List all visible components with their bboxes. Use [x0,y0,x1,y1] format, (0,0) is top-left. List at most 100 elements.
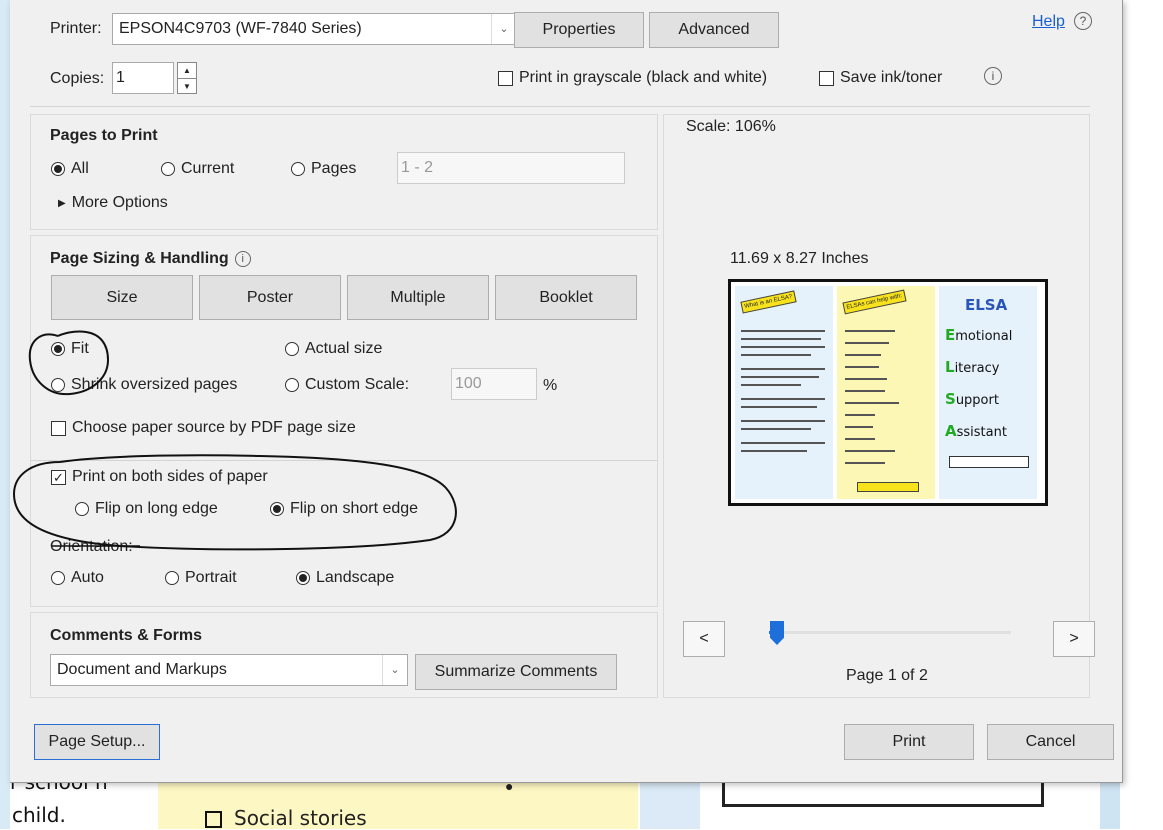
print-button[interactable]: Print [844,724,974,760]
help-question-icon[interactable]: ? [1074,12,1092,30]
pages-current-radio[interactable] [161,162,175,176]
preview-banner: What is an ELSA? [740,290,797,314]
both-sides-option[interactable]: ✓ Print on both sides of paper [51,468,268,486]
actual-size-radio[interactable] [285,342,299,356]
fit-radio[interactable] [51,342,65,356]
page-slider-track[interactable] [775,631,1011,634]
paper-size-readout: 11.69 x 8.27 Inches [730,250,869,267]
page-preview-thumbnail: What is an ELSA? ELSAs can help with: EL… [728,279,1048,506]
paper-source-checkbox[interactable] [51,420,66,436]
paper-source-option[interactable]: Choose paper source by PDF page size [51,419,356,437]
more-options-label: More Options [71,194,168,211]
tab-multiple[interactable]: Multiple [347,275,489,320]
preview-word: Literacy [945,358,1000,376]
save-ink-label: Save ink/toner [840,69,943,86]
properties-button[interactable]: Properties [514,12,644,48]
help-link[interactable]: Help [1032,13,1065,31]
pages-all-label: All [71,160,89,177]
info-icon[interactable]: i [984,67,1002,85]
more-options-toggle[interactable]: ▶ More Options [58,194,168,212]
copies-input[interactable]: 1 [112,62,174,94]
pages-all-option[interactable]: All [51,160,89,178]
triangle-right-icon: ▶ [58,197,66,209]
flip-short-option[interactable]: Flip on short edge [270,500,418,518]
pages-range-label: Pages [311,160,357,177]
grayscale-option[interactable]: Print in grayscale (black and white) [498,69,767,87]
page-preview-canvas: What is an ELSA? ELSAs can help with: EL… [731,282,1045,503]
chevron-down-icon: ⌄ [382,655,407,685]
tab-booklet[interactable]: Booklet [495,275,637,320]
preview-column-1: What is an ELSA? [735,286,833,499]
pages-range-option[interactable]: Pages [291,160,356,178]
grayscale-checkbox[interactable] [498,70,513,86]
orientation-landscape-option[interactable]: Landscape [296,569,394,587]
stepper-down-icon[interactable]: ▼ [178,79,196,94]
shrink-radio[interactable] [51,378,65,392]
page-sizing-title: Page Sizing & Handling [50,250,229,267]
copies-label: Copies: [50,70,105,87]
background-right-strip [1100,780,1120,829]
preview-banner: ELSAs can help with: [842,289,907,315]
save-ink-option[interactable]: Save ink/toner [819,69,942,87]
prev-page-button[interactable]: < [683,621,725,657]
flip-long-option[interactable]: Flip on long edge [75,500,218,518]
pages-all-radio[interactable] [51,162,65,176]
actual-size-label: Actual size [305,340,383,357]
pages-range-input[interactable]: 1 - 2 [397,152,625,184]
orientation-landscape-label: Landscape [316,569,395,586]
orientation-auto-label: Auto [71,569,104,586]
fit-option[interactable]: Fit [51,340,89,358]
pages-range-radio[interactable] [291,162,305,176]
info-icon[interactable]: i [234,251,251,267]
background-text-fragment: child. [12,803,66,827]
orientation-portrait-radio[interactable] [165,571,179,585]
shrink-option[interactable]: Shrink oversized pages [51,376,237,394]
comments-forms-select-value: Document and Markups [57,661,227,678]
flip-short-radio[interactable] [270,502,284,516]
grayscale-label: Print in grayscale (black and white) [519,69,768,86]
summarize-comments-button[interactable]: Summarize Comments [415,654,617,690]
copies-stepper[interactable]: ▲ ▼ [177,62,197,94]
preview-elsa-title: ELSA [965,296,1008,314]
orientation-portrait-label: Portrait [185,569,237,586]
comments-forms-title: Comments & Forms [50,627,203,644]
pages-to-print-title: Pages to Print [50,127,158,144]
actual-size-option[interactable]: Actual size [285,340,382,358]
custom-scale-option[interactable]: Custom Scale: [285,376,409,394]
cancel-button[interactable]: Cancel [987,724,1114,760]
tab-poster[interactable]: Poster [199,275,341,320]
orientation-landscape-radio[interactable] [296,571,310,585]
both-sides-label: Print on both sides of paper [72,468,268,485]
stepper-up-icon[interactable]: ▲ [178,63,196,79]
custom-scale-radio[interactable] [285,378,299,392]
flip-long-radio[interactable] [75,502,89,516]
page-setup-button[interactable]: Page Setup... [34,724,160,760]
shrink-label: Shrink oversized pages [71,376,238,393]
checkbox-square-icon [205,811,222,828]
orientation-portrait-option[interactable]: Portrait [165,569,237,587]
percent-label: % [543,377,558,394]
orientation-auto-option[interactable]: Auto [51,569,104,587]
pages-current-option[interactable]: Current [161,160,234,178]
background-checklist-item: Social stories [205,806,367,830]
next-page-button[interactable]: > [1053,621,1095,657]
advanced-button[interactable]: Advanced [649,12,779,48]
chevron-down-icon: ⌄ [491,14,516,44]
comments-forms-select[interactable]: Document and Markups ⌄ [50,654,408,686]
custom-scale-input[interactable]: 100 [451,368,537,400]
page-indicator: Page 1 of 2 [846,667,928,684]
both-sides-checkbox[interactable]: ✓ [51,469,66,485]
printer-select-value: EPSON4C9703 (WF-7840 Series) [119,20,362,37]
background-blue-column [640,780,700,829]
pages-current-label: Current [181,160,235,177]
preview-column-3: ELSA Emotional Literacy Support Assistan… [939,286,1037,499]
tab-size[interactable]: Size [51,275,193,320]
background-blue-strip [0,0,10,829]
page-sizing-title-row: Page Sizing & Handling i [50,250,251,268]
preview-column-2: ELSAs can help with: [837,286,935,499]
printer-select[interactable]: EPSON4C9703 (WF-7840 Series) ⌄ [112,13,517,45]
orientation-auto-radio[interactable] [51,571,65,585]
paper-source-label: Choose paper source by PDF page size [72,419,356,436]
save-ink-checkbox[interactable] [819,70,834,86]
background-checklist-text: Social stories [234,806,367,830]
